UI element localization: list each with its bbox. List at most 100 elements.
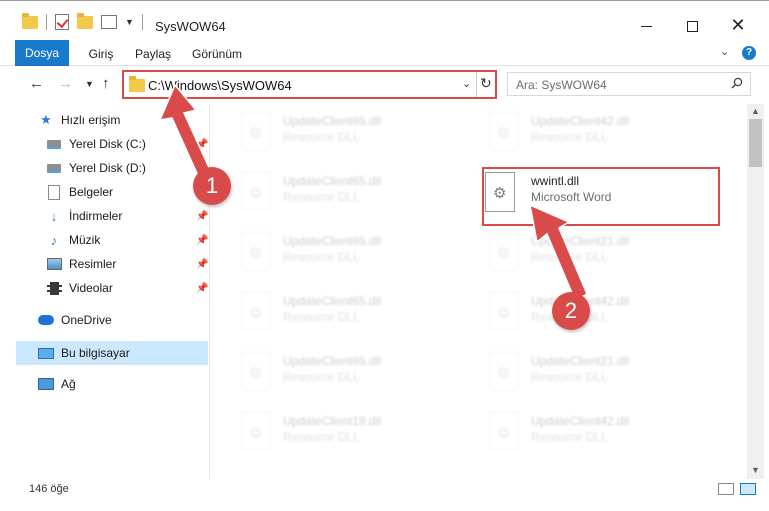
expand-ribbon-chevron-down-icon[interactable]: ⌄ [720, 45, 729, 58]
downloads-icon: ↓ [50, 208, 58, 224]
list-item[interactable]: UpdateClient19.dll Resource DLL [231, 408, 461, 464]
sidebar-item-onedrive[interactable]: OneDrive [38, 308, 208, 332]
close-icon: ✕ [730, 15, 746, 36]
maximize-button[interactable] [669, 11, 715, 41]
search-icon[interactable] [731, 77, 743, 89]
file-name: UpdateClient42.dll [531, 414, 630, 428]
ribbon: Dosya Giriş Paylaş Görünüm ⌄ ? [0, 40, 769, 66]
sidebar-item-label: Yerel Disk (C:) [69, 137, 146, 151]
file-name: UpdateClient42.dll [531, 114, 630, 128]
file-description: Resource DLL [283, 370, 360, 384]
file-name: UpdateClient65.dll [283, 114, 382, 128]
file-name: UpdateClient21.dll [531, 354, 630, 368]
file-name: UpdateClient65.dll [283, 174, 382, 188]
folder-icon [129, 76, 145, 92]
title-bar: ▼ SysWOW64 ✕ [0, 0, 769, 40]
sidebar-item-label: Müzik [69, 233, 101, 247]
list-item[interactable]: UpdateClient21.dll Resource DLL [479, 348, 709, 404]
close-button[interactable]: ✕ [715, 11, 761, 41]
sidebar-item-pictures[interactable]: Resimler 📌 [46, 252, 208, 276]
sidebar-item-this-pc[interactable]: Bu bilgisayar [16, 341, 208, 365]
dll-file-icon [241, 112, 271, 150]
list-item[interactable]: UpdateClient65.dll Resource DLL [231, 288, 461, 344]
file-name: UpdateClient65.dll [283, 354, 382, 368]
sidebar-item-network[interactable]: Ağ [38, 372, 208, 396]
file-name: UpdateClient19.dll [283, 414, 382, 428]
sidebar-item-label: Resimler [69, 257, 117, 271]
list-item[interactable]: UpdateClient65.dll Resource DLL [231, 228, 461, 284]
address-bar-row: ← → ▼ ↑ C:\Windows\SysWOW64 ⌄ ↻ [0, 67, 769, 101]
status-bar: 146 öğe [0, 480, 769, 511]
minimize-button[interactable] [623, 11, 669, 41]
properties-check-icon[interactable] [55, 14, 69, 30]
documents-icon [48, 184, 60, 200]
forward-arrow-icon[interactable]: → [58, 75, 73, 92]
sidebar-item-label: Hızlı erişim [61, 113, 121, 127]
pictures-icon [46, 258, 62, 270]
recent-locations-chevron-down-icon[interactable]: ▼ [85, 79, 94, 89]
back-arrow-icon[interactable]: ← [29, 75, 44, 92]
large-icons-view-icon[interactable] [740, 483, 756, 495]
sidebar-item-music[interactable]: ♪ Müzik 📌 [46, 228, 209, 252]
divider [46, 14, 47, 30]
customize-toolbar-chevron-down-icon[interactable]: ▼ [125, 17, 134, 27]
sidebar-item-label: İndirmeler [69, 209, 123, 223]
quick-access-toolbar: ▼ [22, 12, 143, 30]
scrollbar-thumb[interactable] [749, 119, 762, 167]
refresh-icon[interactable]: ↻ [480, 75, 492, 92]
music-icon: ♪ [50, 232, 58, 248]
tab-share[interactable]: Paylaş [134, 43, 172, 65]
pin-icon: 📌 [196, 282, 209, 294]
scroll-up-arrow-icon[interactable]: ▲ [751, 106, 760, 116]
divider [141, 14, 143, 30]
dll-file-icon [241, 352, 271, 390]
tab-file[interactable]: Dosya [15, 40, 69, 66]
tab-view[interactable]: Görünüm [191, 43, 243, 65]
sidebar-item-videos[interactable]: Videolar 📌 [46, 276, 208, 300]
sidebar-item-label: Videolar [69, 281, 113, 295]
file-description: Resource DLL [531, 370, 608, 384]
file-description: Resource DLL [283, 190, 360, 204]
list-item[interactable]: UpdateClient65.dll Resource DLL [231, 348, 461, 404]
sidebar-item-downloads[interactable]: ↓ İndirmeler 📌 [46, 204, 209, 228]
item-count: 146 öğe [29, 483, 69, 495]
maximize-icon [686, 20, 698, 32]
new-folder-icon[interactable] [77, 12, 93, 29]
sidebar-item-label: Belgeler [69, 185, 114, 199]
dll-file-icon [241, 412, 271, 450]
file-description: Resource DLL [531, 430, 608, 444]
pin-icon: 📌 [196, 258, 209, 270]
network-icon [38, 378, 54, 390]
file-list[interactable]: UpdateClient65.dll Resource DLL UpdateCl… [211, 104, 747, 479]
search-input[interactable] [516, 76, 716, 93]
drive-icon [47, 163, 61, 173]
help-icon[interactable]: ? [742, 46, 756, 60]
dll-file-icon [241, 172, 271, 210]
scroll-down-arrow-icon[interactable]: ▼ [751, 465, 760, 475]
sidebar-item-label: OneDrive [61, 313, 112, 327]
up-arrow-icon[interactable]: ↑ [102, 75, 110, 92]
annotation-arrow-2-icon [528, 203, 588, 302]
step-badge-2: 2 [552, 292, 590, 330]
search-box[interactable] [507, 72, 751, 96]
details-view-icon[interactable] [718, 483, 734, 495]
vertical-scrollbar[interactable]: ▲ ▼ [747, 104, 764, 479]
list-item[interactable]: UpdateClient42.dll Resource DLL [479, 108, 709, 164]
dll-file-icon [241, 232, 271, 270]
folder-icon [22, 12, 38, 29]
dll-file-icon [489, 352, 519, 390]
window-title: SysWOW64 [155, 19, 226, 34]
properties-icon[interactable] [101, 15, 117, 29]
pin-icon: 📌 [196, 210, 209, 222]
list-item[interactable]: UpdateClient42.dll Resource DLL [479, 408, 709, 464]
dll-file-icon [241, 292, 271, 330]
file-description: Resource DLL [531, 130, 608, 144]
list-item[interactable]: UpdateClient65.dll Resource DLL [231, 168, 461, 224]
minimize-icon [640, 25, 652, 27]
tab-home[interactable]: Giriş [86, 43, 116, 65]
address-history-chevron-down-icon[interactable]: ⌄ [462, 77, 471, 90]
dll-file-icon [489, 232, 519, 270]
highlight-box [482, 167, 720, 226]
list-item[interactable]: UpdateClient65.dll Resource DLL [231, 108, 461, 164]
file-description: Resource DLL [283, 310, 360, 324]
